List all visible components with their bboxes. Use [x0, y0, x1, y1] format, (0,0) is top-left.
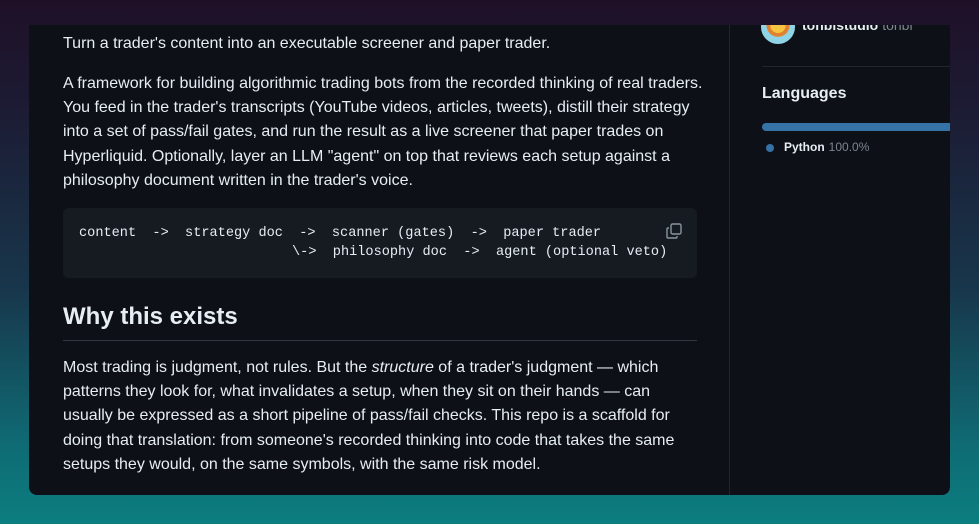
languages-title: Languages [762, 85, 847, 102]
language-name: Python [784, 140, 825, 154]
readme-tagline: Turn a trader's content into an executab… [63, 35, 551, 52]
language-item-python[interactable]: Python 100.0% [766, 140, 869, 154]
body-emphasis: structure [371, 359, 434, 376]
readme-intro: A framework for building algorithmic tra… [63, 75, 703, 189]
owner-avatar[interactable] [761, 25, 795, 44]
copy-icon[interactable] [665, 222, 683, 240]
language-percent: 100.0% [828, 140, 870, 154]
body-text-end: of a trader's judgment — which patterns … [63, 359, 675, 473]
owner-name: tonbistudio [802, 25, 879, 33]
code-line-1: content -> strategy doc -> scanner (gate… [79, 226, 602, 241]
repo-window: Turn a trader's content into an executab… [29, 25, 950, 495]
heading-divider [63, 340, 697, 341]
languages-bar [762, 123, 950, 131]
code-block: content -> strategy doc -> scanner (gate… [63, 208, 697, 278]
repo-sidebar: tonbistudio tonbi Languages Python 100.0% [730, 25, 950, 495]
code-line-2: \-> philosophy doc -> agent (optional ve… [292, 245, 668, 260]
readme-body: Most trading is judgment, not rules. But… [63, 356, 703, 477]
owner-handle: tonbi [882, 25, 913, 33]
readme-content: Turn a trader's content into an executab… [29, 25, 729, 495]
python-color-dot [766, 143, 774, 152]
section-heading: Why this exists [63, 303, 238, 330]
sidebar-divider [762, 66, 950, 67]
owner-link[interactable]: tonbistudio tonbi [802, 25, 913, 33]
body-text-start: Most trading is judgment, not rules. But… [63, 359, 372, 376]
